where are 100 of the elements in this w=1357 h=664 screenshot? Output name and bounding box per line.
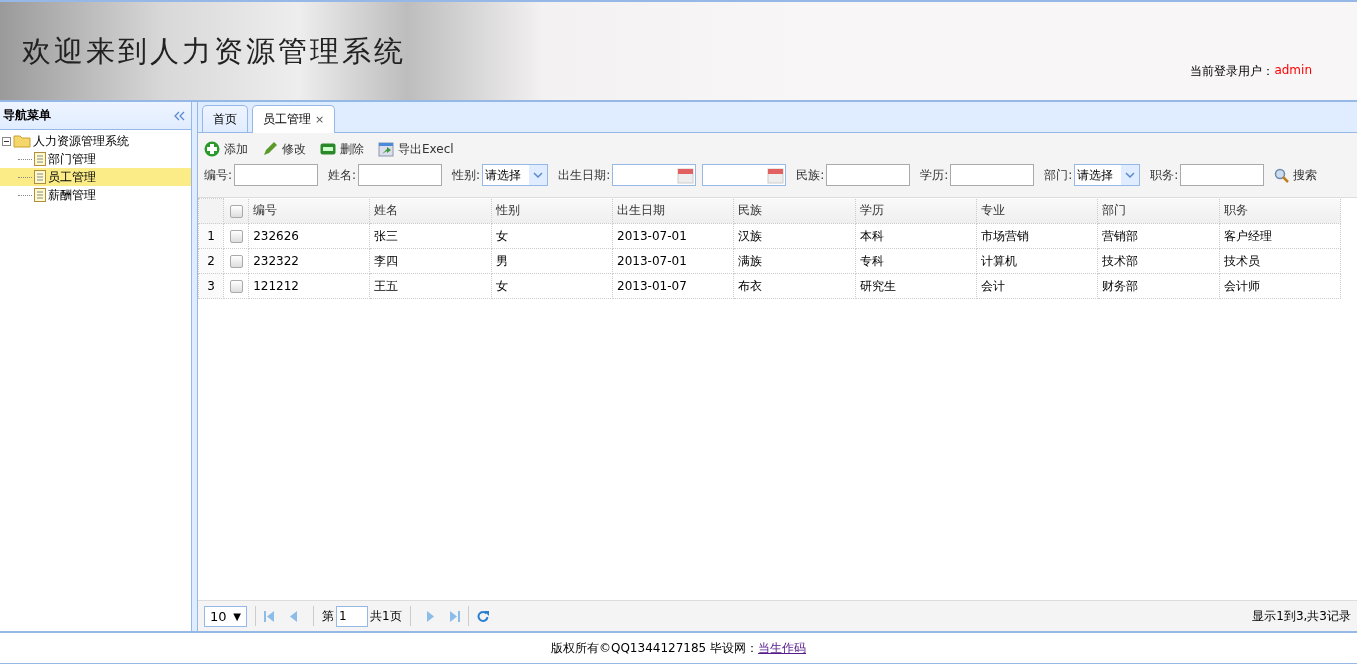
filter-label: 编号: xyxy=(204,166,233,184)
toolbar-button[interactable]: 修改 xyxy=(262,140,306,158)
toolbar-button[interactable]: 删除 xyxy=(320,140,364,158)
table-cell: 技术员 xyxy=(1219,248,1341,274)
column-header[interactable]: 专业 xyxy=(976,198,1098,224)
table-cell: 财务部 xyxy=(1097,273,1220,299)
table-cell: 王五 xyxy=(369,273,492,299)
text-field[interactable] xyxy=(1180,164,1265,186)
chevron-down-icon xyxy=(533,172,544,178)
filter-label: 姓名: xyxy=(328,166,357,184)
filter-label: 部门: xyxy=(1044,166,1073,184)
checkbox[interactable] xyxy=(229,280,243,293)
text-field[interactable] xyxy=(826,164,911,186)
column-header[interactable]: 出生日期 xyxy=(612,198,734,224)
text-field[interactable] xyxy=(234,164,319,186)
toolbar-button[interactable]: 导出Execl xyxy=(378,140,454,158)
tree-label: 薪酬管理 xyxy=(48,186,96,204)
table-cell: 2013-07-01 xyxy=(612,248,734,274)
page-size-select[interactable]: 10 ▼ xyxy=(204,605,247,627)
text-field[interactable] xyxy=(358,164,443,186)
table-cell: 女 xyxy=(491,273,613,299)
tree-label: 部门管理 xyxy=(48,150,96,168)
tab[interactable]: 首页 xyxy=(202,105,248,132)
table-cell: 会计师 xyxy=(1219,273,1341,299)
table-cell: 专科 xyxy=(855,248,977,274)
table-cell: 研究生 xyxy=(855,273,977,299)
table-cell: 本科 xyxy=(855,223,977,249)
tree-item[interactable]: 人力资源管理系统 xyxy=(0,132,191,150)
document-icon xyxy=(34,188,46,202)
user-label: 当前登录用户： xyxy=(1190,63,1275,80)
checkbox[interactable] xyxy=(229,255,243,268)
sidebar-title: 导航菜单 xyxy=(3,107,51,124)
calendar-icon[interactable] xyxy=(767,166,785,184)
row-number: 2 xyxy=(198,248,224,274)
table-cell: 技术部 xyxy=(1097,248,1220,274)
column-header[interactable]: 职务 xyxy=(1219,198,1341,224)
column-header[interactable]: 编号 xyxy=(248,198,370,224)
table-cell: 232626 xyxy=(248,223,370,249)
column-header[interactable]: 姓名 xyxy=(369,198,492,224)
column-header[interactable]: 学历 xyxy=(855,198,977,224)
table-cell: 满族 xyxy=(733,248,856,274)
column-header[interactable]: 民族 xyxy=(733,198,856,224)
table-cell: 布衣 xyxy=(733,273,856,299)
tree-label: 员工管理 xyxy=(48,168,96,186)
folder-icon xyxy=(13,134,31,148)
checkbox[interactable] xyxy=(229,230,243,243)
filter-label: 民族: xyxy=(796,166,825,184)
date-field[interactable] xyxy=(702,164,787,186)
previous-page-icon[interactable] xyxy=(290,610,297,622)
close-icon[interactable]: × xyxy=(315,113,325,126)
document-icon xyxy=(34,152,46,166)
text-field[interactable] xyxy=(950,164,1035,186)
system-title: 欢迎来到人力资源管理系统 xyxy=(22,33,406,70)
page-number-field[interactable]: 1 xyxy=(336,605,368,627)
filter-label: 职务: xyxy=(1150,166,1179,184)
splitter[interactable] xyxy=(192,102,198,631)
next-page-icon[interactable] xyxy=(426,610,434,622)
column-header[interactable]: 部门 xyxy=(1097,198,1220,224)
collapse-icon[interactable] xyxy=(2,136,11,146)
filter-label: 学历: xyxy=(920,166,949,184)
table-cell: 客户经理 xyxy=(1219,223,1341,249)
table-cell: 2013-07-01 xyxy=(612,223,734,249)
filter-label: 出生日期: xyxy=(558,166,611,184)
refresh-icon[interactable] xyxy=(476,610,489,622)
table-cell: 计算机 xyxy=(976,248,1098,274)
toolbar-button[interactable]: 添加 xyxy=(204,140,248,158)
chevron-down-icon xyxy=(1125,172,1136,178)
table-cell: 汉族 xyxy=(733,223,856,249)
select-field[interactable]: 请选择 xyxy=(482,164,549,186)
search-button[interactable]: 搜索 xyxy=(1274,166,1318,184)
plus-icon xyxy=(204,141,220,157)
select-field[interactable]: 请选择 xyxy=(1074,164,1141,186)
tree-item[interactable]: 部门管理 xyxy=(0,150,191,168)
site-link[interactable]: 当生作码 xyxy=(758,639,807,657)
checkbox[interactable] xyxy=(229,204,243,218)
page-total: 共1页 xyxy=(370,607,402,625)
date-field[interactable] xyxy=(612,164,697,186)
table-cell: 232322 xyxy=(248,248,370,274)
calendar-icon[interactable] xyxy=(677,166,695,184)
table-cell: 男 xyxy=(491,248,613,274)
tree-item[interactable]: 薪酬管理 xyxy=(0,186,191,204)
user-name: admin xyxy=(1274,63,1312,79)
tree-label: 人力资源管理系统 xyxy=(33,132,129,150)
table-cell: 市场营销 xyxy=(976,223,1098,249)
table-cell: 121212 xyxy=(248,273,370,299)
tree-item[interactable]: 员工管理 xyxy=(0,168,191,186)
tab[interactable]: 员工管理 × xyxy=(252,105,336,133)
table-cell: 李四 xyxy=(369,248,492,274)
filter-label: 性别: xyxy=(452,166,481,184)
page-prefix: 第 xyxy=(322,607,334,625)
copyright-text: 版权所有©QQ1344127185 毕设网： xyxy=(550,639,759,657)
search-icon xyxy=(1274,167,1290,183)
last-page-icon[interactable] xyxy=(449,610,460,622)
pencil-icon xyxy=(262,141,278,157)
row-number: 3 xyxy=(198,273,224,299)
table-cell: 女 xyxy=(491,223,613,249)
column-header[interactable]: 性别 xyxy=(491,198,613,224)
table-cell: 会计 xyxy=(976,273,1098,299)
row-number: 1 xyxy=(198,223,224,249)
first-page-icon[interactable] xyxy=(264,610,274,622)
